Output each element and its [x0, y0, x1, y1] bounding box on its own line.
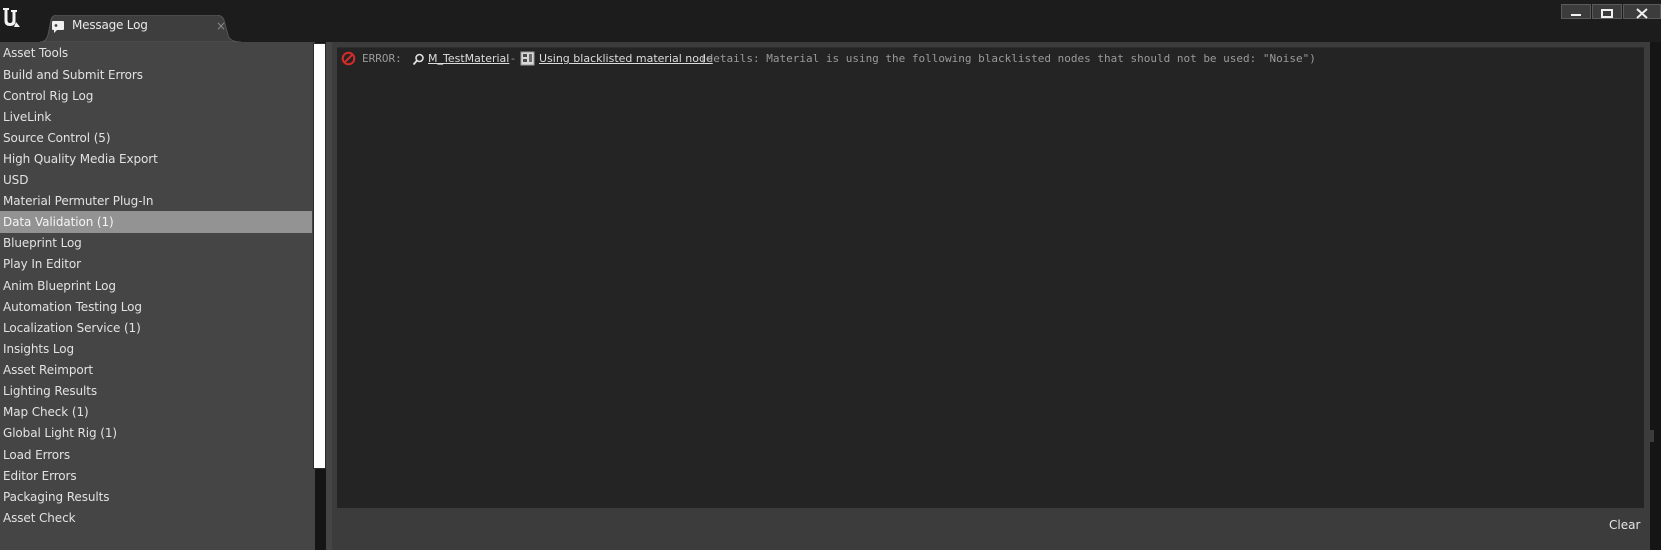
- category-item-source-control[interactable]: Source Control (5): [0, 127, 312, 149]
- title-bar: Message Log ×: [0, 0, 1661, 42]
- category-item-material-permuter[interactable]: Material Permuter Plug-In: [0, 190, 312, 212]
- category-item-build-and-submit-errors[interactable]: Build and Submit Errors: [0, 64, 312, 86]
- log-separator: -: [511, 52, 515, 65]
- error-icon: [341, 51, 356, 66]
- clear-button[interactable]: Clear: [1609, 517, 1640, 533]
- category-item-high-quality-media-export[interactable]: High Quality Media Export: [0, 148, 312, 170]
- category-item-load-errors[interactable]: Load Errors: [0, 444, 312, 466]
- category-item-asset-tools[interactable]: Asset Tools: [0, 42, 312, 64]
- tab-title: Message Log: [72, 18, 148, 32]
- log-message-area: [337, 47, 1644, 508]
- category-item-livelink[interactable]: LiveLink: [0, 106, 312, 128]
- asset-link[interactable]: M_TestMaterial: [428, 51, 509, 67]
- tab-close-button[interactable]: ×: [216, 19, 226, 33]
- category-item-localization-service[interactable]: Localization Service (1): [0, 317, 312, 339]
- category-item-blueprint-log[interactable]: Blueprint Log: [0, 232, 312, 254]
- category-item-insights-log[interactable]: Insights Log: [0, 338, 312, 360]
- category-item-anim-blueprint-log[interactable]: Anim Blueprint Log: [0, 275, 312, 297]
- log-severity-label: ERROR:: [362, 52, 402, 65]
- category-item-editor-errors[interactable]: Editor Errors: [0, 465, 312, 487]
- maximize-button[interactable]: [1592, 4, 1622, 19]
- magnifier-icon[interactable]: [412, 53, 425, 66]
- resize-grip[interactable]: [1650, 430, 1654, 442]
- node-link[interactable]: Using blacklisted material node: [539, 51, 713, 67]
- close-window-button[interactable]: [1623, 4, 1661, 19]
- window-controls: [1561, 4, 1661, 21]
- category-item-packaging-results[interactable]: Packaging Results: [0, 486, 312, 508]
- message-log-icon: [52, 21, 64, 33]
- minimize-button[interactable]: [1561, 4, 1591, 19]
- category-item-automation-testing-log[interactable]: Automation Testing Log: [0, 296, 312, 318]
- log-details-text: (details: Material is using the followin…: [700, 52, 1316, 65]
- category-item-lighting-results[interactable]: Lighting Results: [0, 380, 312, 402]
- log-footer-bar: [337, 508, 1644, 543]
- minimize-icon: [1571, 14, 1581, 16]
- category-list-scrollbar[interactable]: [313, 43, 326, 469]
- category-item-usd[interactable]: USD: [0, 169, 312, 191]
- message-log-window: Message Log × Asset Tools Build and Subm…: [0, 0, 1661, 550]
- category-item-global-light-rig[interactable]: Global Light Rig (1): [0, 422, 312, 444]
- category-item-play-in-editor[interactable]: Play In Editor: [0, 253, 312, 275]
- log-category-list: Asset Tools Build and Submit Errors Cont…: [0, 42, 315, 550]
- material-node-icon[interactable]: [520, 51, 536, 66]
- maximize-icon: [1601, 9, 1613, 18]
- close-icon: [1636, 8, 1648, 19]
- category-item-asset-check[interactable]: Asset Check: [0, 507, 312, 529]
- unreal-engine-logo: [3, 8, 20, 27]
- category-item-data-validation[interactable]: Data Validation (1): [0, 211, 312, 233]
- category-item-control-rig-log[interactable]: Control Rig Log: [0, 85, 312, 107]
- category-item-map-check[interactable]: Map Check (1): [0, 401, 312, 423]
- category-item-asset-reimport[interactable]: Asset Reimport: [0, 359, 312, 381]
- window-right-border: [1650, 42, 1661, 550]
